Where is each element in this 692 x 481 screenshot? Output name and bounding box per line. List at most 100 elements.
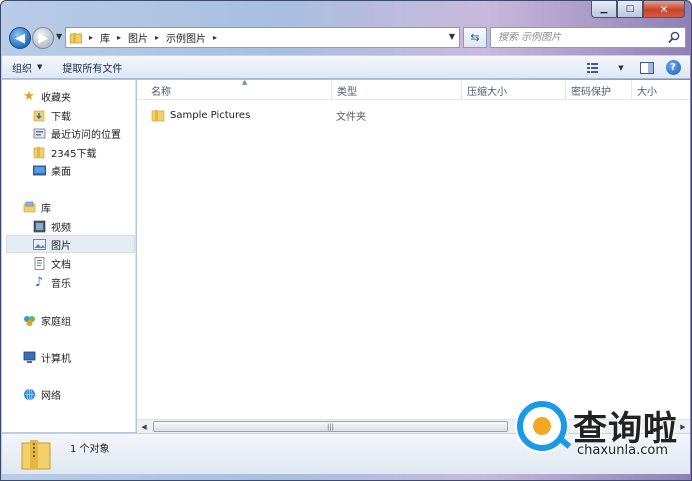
nav-label: 库 (41, 203, 51, 215)
zip-folder-icon (21, 440, 51, 470)
column-label: 压缩大小 (467, 86, 507, 98)
nav-item-videos[interactable]: 视频 (32, 217, 71, 235)
nav-favorites[interactable]: ★ 收藏夹 (22, 87, 71, 105)
command-bar-right: ▼ ? (586, 59, 682, 76)
breadcrumb-separator[interactable]: ▸ (155, 33, 159, 42)
nav-label: 下载 (51, 111, 71, 123)
nav-label: 网络 (41, 390, 61, 402)
maximize-button[interactable]: □ (617, 1, 643, 18)
nav-item-pictures[interactable]: 图片 (6, 235, 135, 253)
breadcrumb-separator[interactable]: ▸ (213, 33, 217, 42)
refresh-icon: ⇆ (470, 31, 480, 44)
nav-item-desktop[interactable]: 桌面 (32, 161, 71, 179)
nav-item-2345-downloads[interactable]: 2345下载 (32, 143, 96, 161)
view-icon (587, 62, 598, 73)
recent-places-icon (32, 126, 46, 140)
document-icon (32, 256, 46, 270)
breadcrumb-pictures[interactable]: 图片 (128, 30, 148, 45)
nav-item-downloads[interactable]: 下载 (32, 106, 71, 124)
nav-label: 家庭组 (41, 316, 71, 328)
scroll-left-button[interactable]: ◀ (137, 421, 151, 433)
column-label: 名称 (151, 86, 171, 98)
forward-icon: ▶ (38, 30, 48, 46)
preview-pane-button[interactable] (638, 59, 656, 76)
breadcrumb: ▸ 库 ▸ 图片 ▸ 示例图片 ▸ (82, 28, 224, 47)
extract-all-label: 提取所有文件 (62, 63, 123, 75)
nav-label: 桌面 (51, 166, 71, 178)
command-bar: 组织 ▼ 提取所有文件 ▼ ? (2, 55, 690, 79)
recent-pages-dropdown[interactable]: ▼ (56, 32, 62, 41)
homegroup-icon (22, 313, 36, 327)
chevron-down-icon: ▼ (56, 32, 63, 41)
view-options-button[interactable] (586, 59, 604, 76)
help-button[interactable]: ? (664, 59, 682, 76)
folder-icon (151, 109, 165, 121)
column-label: 类型 (337, 86, 357, 98)
watermark: 查询啦 chaxunla.com (513, 399, 689, 461)
nav-label: 图片 (51, 240, 71, 252)
nav-label: 文档 (51, 259, 71, 271)
star-icon: ★ (23, 88, 35, 104)
computer-icon (22, 350, 36, 364)
column-label: 密码保护 (571, 86, 611, 98)
column-header-size[interactable]: 大小 (632, 80, 690, 100)
address-row: ◀ ▶ ▼ ▸ 库 ▸ 图片 ▸ 示例图片 ▸ ▼ ⇆ (1, 21, 691, 55)
scroll-thumb[interactable]: ||| (153, 421, 508, 432)
nav-item-recent-places[interactable]: 最近访问的位置 (32, 124, 121, 142)
organize-label: 组织 (12, 63, 32, 75)
picture-icon (32, 237, 46, 251)
nav-homegroup[interactable]: 家庭组 (22, 311, 71, 329)
desktop-icon (32, 163, 46, 177)
organize-button[interactable]: 组织 ▼ (2, 60, 52, 75)
extract-all-button[interactable]: 提取所有文件 (52, 60, 132, 75)
file-name: Sample Pictures (170, 109, 251, 121)
nav-label: 收藏夹 (41, 92, 71, 104)
back-icon: ◀ (15, 30, 25, 46)
view-dropdown[interactable]: ▼ (612, 59, 630, 76)
sort-ascending-icon: ▲ (242, 78, 248, 86)
file-row[interactable]: Sample Pictures (151, 106, 250, 124)
folder-icon (70, 32, 82, 43)
back-button[interactable]: ◀ (9, 27, 31, 49)
nav-label: 2345下载 (51, 148, 97, 160)
library-icon (22, 200, 36, 214)
breadcrumb-library[interactable]: 库 (100, 30, 110, 45)
column-header-type[interactable]: 类型 (332, 80, 462, 100)
address-bar[interactable]: ▸ 库 ▸ 图片 ▸ 示例图片 ▸ ▼ (65, 27, 460, 48)
nav-item-music[interactable]: ♪ 音乐 (32, 273, 71, 291)
video-icon (32, 219, 46, 233)
nav-label: 最近访问的位置 (51, 129, 121, 141)
item-count: 1 个对象 (70, 444, 110, 455)
search-box[interactable] (490, 27, 686, 48)
column-header-name[interactable]: 名称 ▲ (146, 78, 332, 100)
column-headers: 名称 ▲ 类型 压缩大小 密码保护 大小 (137, 78, 690, 100)
folder-icon (32, 145, 46, 159)
nav-label: 音乐 (51, 278, 71, 290)
address-history-dropdown[interactable]: ▼ (449, 32, 455, 41)
watermark-logo-tail (556, 435, 572, 449)
nav-network[interactable]: 网络 (22, 385, 61, 403)
search-icon[interactable] (668, 31, 680, 44)
breadcrumb-separator[interactable]: ▸ (89, 33, 93, 42)
network-icon (22, 387, 36, 401)
nav-item-documents[interactable]: 文档 (32, 254, 71, 272)
nav-libraries[interactable]: 库 (22, 198, 51, 216)
breadcrumb-separator[interactable]: ▸ (117, 33, 121, 42)
forward-button[interactable]: ▶ (32, 27, 54, 49)
breadcrumb-sample-pictures[interactable]: 示例图片 (166, 30, 206, 45)
watermark-url: chaxunla.com (577, 443, 668, 458)
column-header-password-protected[interactable]: 密码保护 (566, 80, 632, 100)
nav-computer[interactable]: 计算机 (22, 348, 71, 366)
music-icon: ♪ (34, 274, 44, 290)
file-type: 文件夹 (336, 111, 366, 123)
refresh-button[interactable]: ⇆ (463, 27, 487, 48)
nav-label: 视频 (51, 222, 71, 234)
chevron-down-icon: ▼ (37, 63, 43, 71)
download-folder-icon (32, 108, 46, 122)
minimize-button[interactable]: ▁ (591, 1, 617, 18)
preview-pane-icon (640, 61, 654, 74)
watermark-logo-icon (517, 401, 567, 451)
close-button[interactable]: ✕ (643, 1, 685, 18)
search-input[interactable] (498, 32, 668, 43)
column-header-compressed-size[interactable]: 压缩大小 (462, 80, 566, 100)
